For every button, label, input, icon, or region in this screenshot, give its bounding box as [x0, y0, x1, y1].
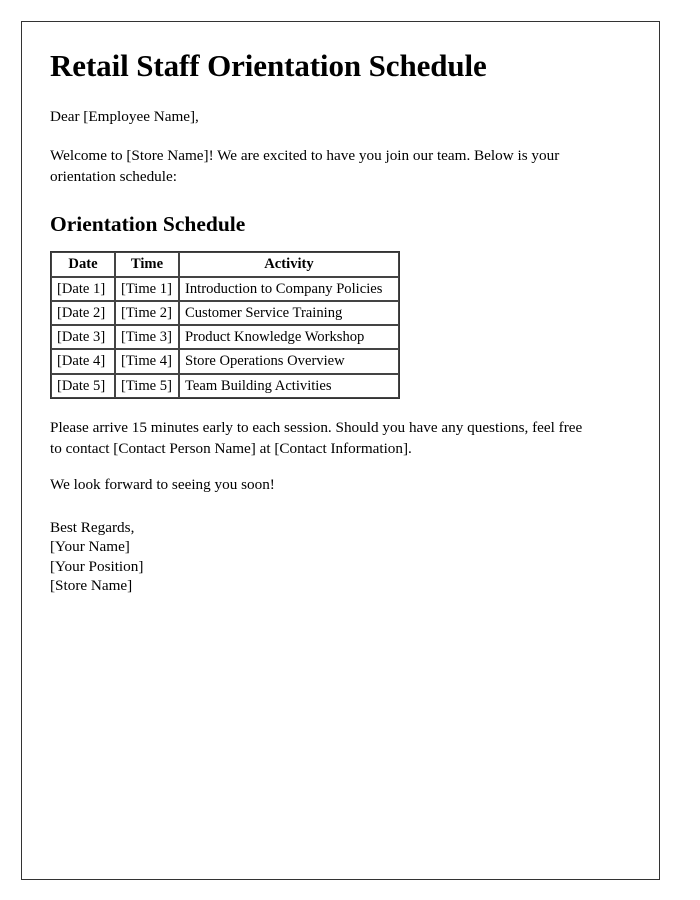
- closing-paragraph: We look forward to seeing you soon!: [50, 476, 275, 494]
- signature-position: [Your Position]: [50, 557, 144, 575]
- salutation-text: Dear [Employee Name],: [50, 107, 199, 125]
- cell-activity: Introduction to Company Policies: [179, 276, 399, 301]
- note-paragraph: Please arrive 15 minutes early to each s…: [50, 418, 583, 458]
- cell-time: [Time 2]: [115, 300, 179, 326]
- document-page: Retail Staff Orientation Schedule Dear […: [21, 21, 660, 880]
- cell-date: [Date 5]: [51, 373, 115, 398]
- signature-regards: Best Regards,: [50, 518, 135, 536]
- cell-date: [Date 2]: [51, 300, 115, 326]
- cell-time: [Time 5]: [115, 373, 179, 398]
- column-header-activity: Activity: [179, 252, 399, 277]
- document-body: Retail Staff Orientation Schedule Dear […: [22, 22, 659, 595]
- signature-name: [Your Name]: [50, 538, 130, 556]
- cell-date: [Date 3]: [51, 325, 115, 350]
- table-body: [Date 1] [Time 1] Introduction to Compan…: [51, 276, 399, 398]
- table-row: [Date 3] [Time 3] Product Knowledge Work…: [51, 325, 399, 350]
- cell-time: [Time 3]: [115, 325, 179, 350]
- table-header-row: Date Time Activity: [51, 252, 399, 277]
- orientation-schedule-table: Date Time Activity [Date 1] [Time 1] Int…: [50, 251, 400, 399]
- column-header-date: Date: [51, 252, 115, 277]
- table-row: [Date 4] [Time 4] Store Operations Overv…: [51, 349, 399, 374]
- cell-time: [Time 1]: [115, 276, 179, 301]
- table-row: [Date 5] [Time 5] Team Building Activiti…: [51, 373, 399, 398]
- cell-time: [Time 4]: [115, 349, 179, 374]
- cell-date: [Date 4]: [51, 349, 115, 374]
- column-header-time: Time: [115, 252, 179, 277]
- section-heading-orientation-schedule: Orientation Schedule: [50, 211, 246, 236]
- table-row: [Date 1] [Time 1] Introduction to Compan…: [51, 276, 399, 301]
- cell-activity: Customer Service Training: [179, 300, 399, 326]
- table-row: [Date 2] [Time 2] Customer Service Train…: [51, 300, 399, 326]
- cell-date: [Date 1]: [51, 276, 115, 301]
- cell-activity: Product Knowledge Workshop: [179, 325, 399, 350]
- intro-paragraph: Welcome to [Store Name]! We are excited …: [50, 146, 560, 186]
- cell-activity: Team Building Activities: [179, 373, 399, 398]
- signature-block: Best Regards, [Your Name] [Your Position…: [50, 518, 631, 596]
- page-title: Retail Staff Orientation Schedule: [50, 48, 487, 83]
- signature-store: [Store Name]: [50, 576, 133, 594]
- table-header: Date Time Activity: [51, 252, 399, 277]
- cell-activity: Store Operations Overview: [179, 349, 399, 374]
